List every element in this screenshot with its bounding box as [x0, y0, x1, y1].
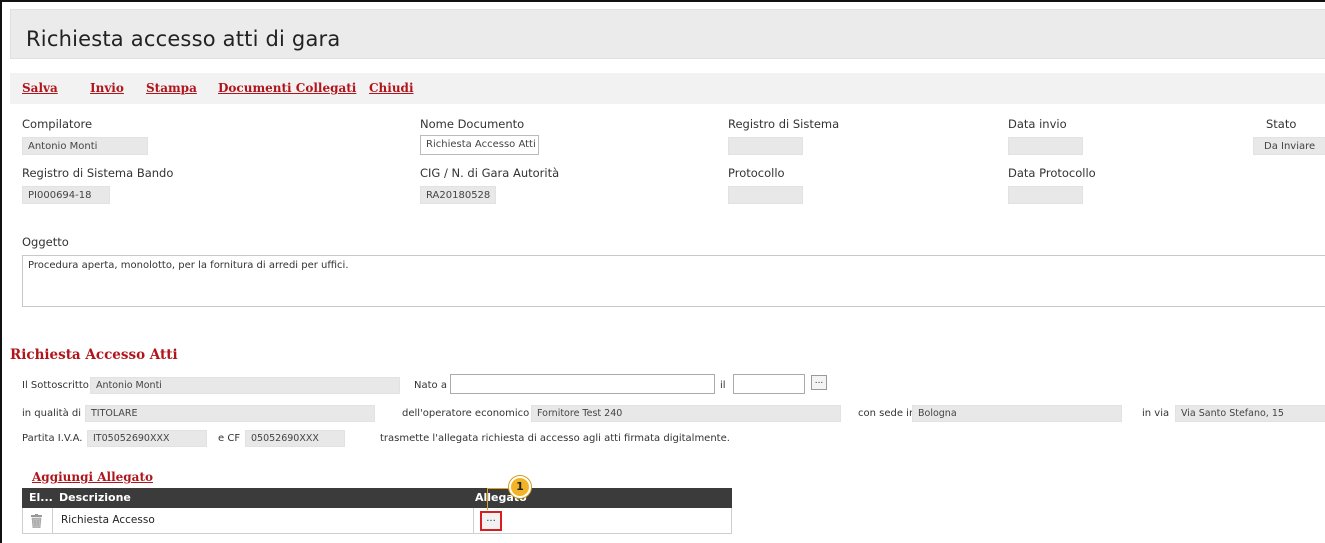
- toolbar: Salva Invio Stampa Documenti Collegati C…: [10, 73, 1325, 104]
- sottoscritto-label: Il Sottoscritto: [22, 380, 89, 391]
- page-title: Richiesta accesso atti di gara: [26, 27, 341, 51]
- stato-label: Stato: [1266, 117, 1297, 131]
- row-descrizione: Richiesta Accesso: [61, 514, 155, 526]
- chiudi-button[interactable]: Chiudi: [369, 81, 414, 95]
- registro-bando-field: PI000694-18: [22, 186, 110, 204]
- cf-field: 05052690XXX: [245, 430, 345, 447]
- data-protocollo-label: Data Protocollo: [1008, 166, 1096, 180]
- data-invio-field: [1008, 137, 1083, 155]
- trash-icon[interactable]: [31, 514, 42, 528]
- oggetto-label: Oggetto: [22, 235, 69, 249]
- via-label: in via: [1142, 408, 1170, 419]
- sottoscritto-field: Antonio Monti: [90, 377, 400, 394]
- nato-a-label: Nato a: [414, 380, 447, 391]
- compilatore-field: Antonio Monti: [22, 137, 148, 155]
- piva-field: IT05052690XXX: [87, 430, 207, 447]
- cig-label: CIG / N. di Gara Autorità: [420, 166, 560, 180]
- piva-label: Partita I.V.A.: [22, 433, 83, 444]
- data-invio-label: Data invio: [1008, 117, 1067, 131]
- aggiungi-allegato-link[interactable]: Aggiungi Allegato: [32, 470, 153, 484]
- trasmette-text: trasmette l'allegata richiesta di access…: [380, 433, 730, 444]
- registro-sistema-field: [728, 137, 803, 155]
- callout-badge: 1: [509, 476, 531, 498]
- oggetto-textarea[interactable]: Procedura aperta, monolotto, per la forn…: [22, 255, 1325, 307]
- salva-button[interactable]: Salva: [22, 81, 58, 95]
- compilatore-label: Compilatore: [22, 117, 93, 131]
- protocollo-field: [728, 186, 803, 204]
- nato-a-input[interactable]: [450, 374, 715, 394]
- il-date-input[interactable]: [733, 374, 805, 394]
- cf-label: e CF: [218, 433, 241, 444]
- qualita-field: TITOLARE: [85, 405, 375, 422]
- operatore-label: dell'operatore economico: [402, 408, 530, 419]
- allegati-table-header: El... Descrizione Allegato: [22, 488, 732, 508]
- invio-button[interactable]: Invio: [90, 81, 124, 95]
- date-picker-button[interactable]: ...: [811, 375, 827, 390]
- il-label: il: [720, 380, 726, 391]
- data-protocollo-field: [1008, 186, 1083, 204]
- column-header-descrizione[interactable]: Descrizione: [59, 491, 131, 504]
- operatore-field: Fornitore Test 240: [531, 405, 841, 422]
- registro-bando-label: Registro di Sistema Bando: [22, 166, 174, 180]
- protocollo-label: Protocollo: [728, 166, 785, 180]
- stato-field: Da Inviare: [1253, 137, 1325, 155]
- section-title: Richiesta Accesso Atti: [10, 347, 178, 363]
- nome-documento-input[interactable]: Richiesta Accesso Atti: [420, 135, 539, 155]
- documenti-collegati-button[interactable]: Documenti Collegati: [218, 81, 356, 95]
- stampa-button[interactable]: Stampa: [146, 81, 197, 95]
- column-header-el[interactable]: El...: [29, 491, 53, 504]
- allegato-browse-button[interactable]: ...: [480, 511, 502, 531]
- sede-field: Bologna: [912, 405, 1122, 422]
- nome-documento-label: Nome Documento: [420, 117, 525, 131]
- via-field: Via Santo Stefano, 15: [1175, 405, 1325, 422]
- cig-field: RA20180528: [420, 186, 496, 204]
- sede-label: con sede in: [858, 408, 916, 419]
- callout-line: [487, 488, 488, 510]
- qualita-label: in qualità di: [22, 408, 82, 419]
- registro-sistema-label: Registro di Sistema: [728, 117, 840, 131]
- table-row: Richiesta Accesso: [22, 508, 732, 534]
